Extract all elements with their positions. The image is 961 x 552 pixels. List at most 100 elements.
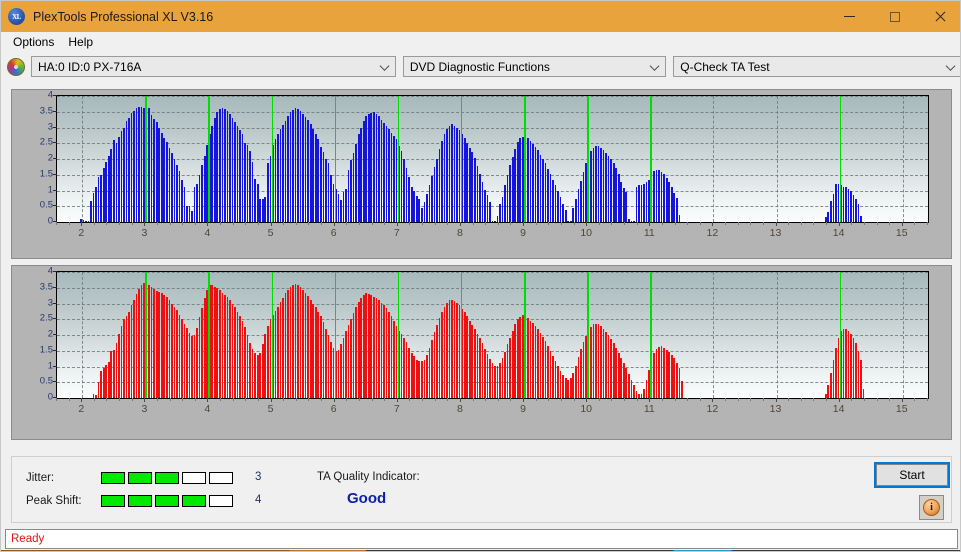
chart-bar: [375, 298, 378, 398]
chart-bar: [564, 378, 567, 398]
chart-bar: [403, 337, 405, 398]
chart-bar: [87, 220, 90, 222]
chart-bar: [277, 134, 279, 222]
status-text: Ready: [11, 533, 45, 545]
chart-bar: [188, 333, 191, 398]
y-axis-tick: [53, 205, 57, 207]
chart-bar: [534, 326, 537, 398]
chart-bar: [229, 114, 231, 222]
chart-bar: [135, 294, 138, 398]
chart-bar: [600, 147, 602, 222]
x-axis-tick: [283, 222, 285, 225]
chart-bar: [675, 362, 678, 398]
chart-bar: [514, 324, 517, 398]
y-axis-tick: [53, 318, 57, 320]
chart-bar: [373, 296, 375, 398]
maximize-button[interactable]: [872, 1, 917, 32]
chart-bar: [633, 385, 635, 398]
x-axis-tick: [257, 398, 259, 401]
chart-bar: [829, 372, 832, 398]
chart-bar: [405, 341, 408, 398]
chart-bar: [476, 165, 479, 222]
menu-item-options[interactable]: Options: [7, 33, 62, 51]
chart-bar: [105, 364, 108, 398]
chart-bar: [327, 335, 330, 398]
chevron-down-icon: [379, 60, 390, 71]
chart-bar: [514, 148, 517, 222]
x-axis-tick-label: 12: [706, 227, 719, 239]
chart-bar: [597, 324, 600, 398]
y-axis-tick: [53, 302, 57, 304]
x-axis-tick: [459, 222, 461, 226]
x-axis-tick-label: 7: [393, 403, 400, 415]
chart-bar: [539, 333, 542, 398]
chart-bar: [244, 327, 246, 398]
zone-marker: [145, 272, 147, 398]
zone-marker: [587, 96, 589, 222]
chart-bar: [251, 348, 254, 398]
chart-bar: [413, 356, 416, 398]
chart-bar: [246, 145, 249, 222]
info-button[interactable]: i: [919, 495, 944, 520]
close-button[interactable]: [917, 1, 960, 32]
zone-marker: [460, 272, 463, 398]
chart-bar: [617, 174, 620, 222]
grid-line-vertical: [82, 272, 84, 398]
chart-bar: [292, 284, 294, 398]
chart-bar: [574, 199, 577, 222]
start-button[interactable]: Start: [874, 462, 950, 488]
chart-bar: [166, 142, 168, 222]
chart-bar: [580, 348, 582, 398]
y-axis-tick: [53, 173, 57, 175]
chart-bar: [388, 311, 390, 398]
x-axis-tick: [270, 398, 272, 402]
chart-bar: [360, 297, 363, 398]
x-axis-tick-label: 11: [643, 227, 655, 239]
chart-bar: [266, 325, 269, 398]
chart-bar: [638, 393, 640, 398]
chart-bar: [201, 307, 203, 398]
x-axis-tick: [750, 222, 752, 225]
meter-segment: [101, 472, 125, 484]
chart-bar: [607, 155, 610, 222]
chart-bar: [481, 343, 484, 398]
x-axis-tick: [927, 398, 928, 401]
chart-bar: [178, 170, 181, 222]
x-axis-tick: [762, 222, 764, 225]
chart-bar: [620, 181, 623, 222]
y-axis-tick: [53, 365, 57, 367]
chart-bar: [193, 335, 196, 398]
chart-bar: [537, 329, 539, 398]
chart-bar: [163, 295, 166, 398]
x-axis-tick: [687, 222, 689, 225]
x-axis-tick: [611, 398, 613, 401]
chart-bar: [234, 122, 236, 222]
chart-bar: [438, 148, 441, 222]
y-axis-tick: [53, 142, 57, 144]
chart-bar: [426, 194, 428, 222]
y-axis-tick: [53, 158, 57, 159]
chart-bar: [668, 352, 671, 398]
chart-bar: [171, 303, 173, 398]
chart-bar: [188, 206, 191, 222]
y-axis-tick: [53, 126, 57, 128]
function-select[interactable]: DVD Diagnostic Functions: [402, 56, 667, 77]
menu-item-help[interactable]: Help: [62, 33, 101, 51]
chart-bar: [294, 107, 297, 222]
drive-select[interactable]: HA:0 ID:0 PX-716A: [31, 56, 396, 77]
x-axis-tick: [371, 222, 373, 225]
chart-bar: [302, 289, 304, 398]
minimize-button[interactable]: [827, 1, 872, 32]
x-axis-tick: [838, 222, 840, 226]
y-axis-tick-label: 0.5: [39, 199, 53, 211]
drive-select-value: HA:0 ID:0 PX-716A: [38, 59, 142, 74]
chart-bar: [383, 305, 385, 398]
chart-bar: [259, 352, 262, 398]
chart-bar: [410, 352, 413, 398]
test-select[interactable]: Q-Check TA Test: [673, 56, 960, 77]
chart-bar: [241, 134, 244, 222]
x-axis-tick: [901, 222, 903, 226]
x-axis-tick: [194, 222, 196, 225]
chart-bar: [501, 358, 504, 398]
chart-bar: [860, 216, 862, 222]
